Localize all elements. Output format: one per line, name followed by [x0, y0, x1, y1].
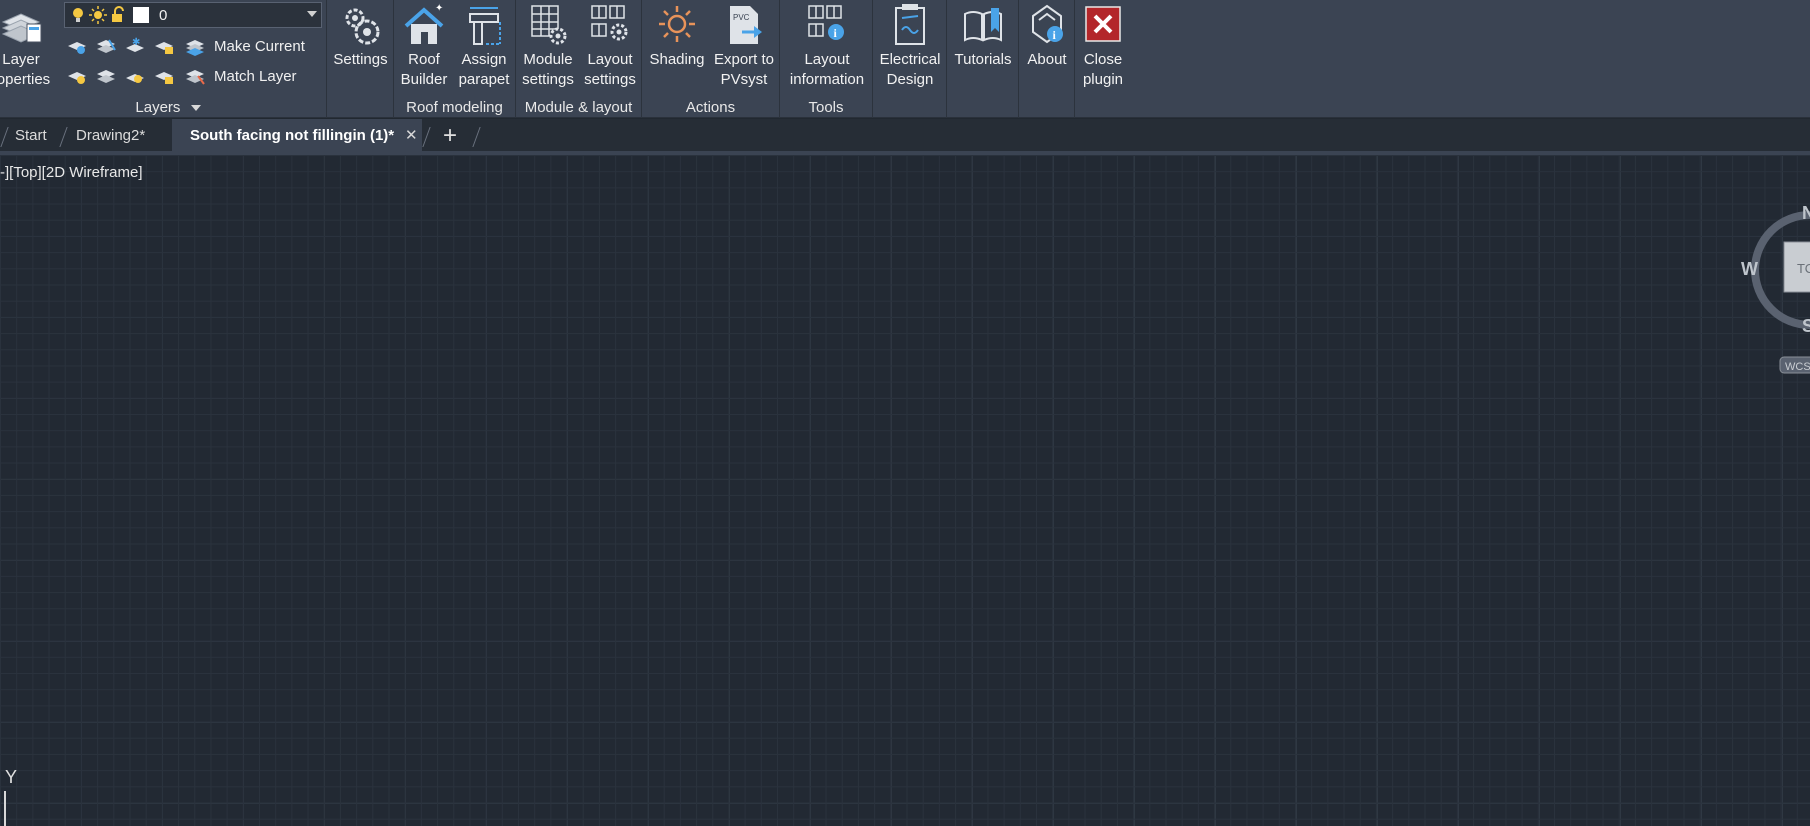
ucs-y-axis-line — [4, 791, 6, 826]
settings-panel: Settings — [327, 0, 394, 118]
layer-properties-label: Layer roperties — [0, 51, 51, 88]
current-layer-value: 0 — [159, 6, 168, 24]
viewcube-south-label[interactable]: S — [1802, 316, 1810, 336]
settings-label: Settings — [333, 51, 388, 68]
drawing-canvas[interactable] — [0, 155, 1810, 826]
layer-unlock-icon[interactable] — [153, 66, 175, 86]
electrical-design-button[interactable]: Electrical Design — [873, 2, 947, 90]
layout-info-icon: i — [808, 5, 844, 40]
close-plugin-button[interactable]: Close plugin — [1075, 2, 1131, 90]
unlock-icon — [112, 6, 124, 22]
lightbulb-icon — [73, 8, 83, 22]
about-panel: i About — [1019, 0, 1075, 118]
layout-settings-label: Layout settings — [584, 51, 636, 88]
ucs-y-axis-label: Y — [5, 767, 18, 787]
layout-information-label: Layout information — [789, 51, 865, 88]
new-tab-plus-icon[interactable]: + — [443, 119, 457, 153]
svg-text:✦: ✦ — [435, 3, 443, 14]
tab-south-facing[interactable]: South facing not fillingin (1)* — [172, 119, 422, 153]
tab-separator — [472, 127, 481, 147]
shading-button[interactable]: Shading — [646, 2, 708, 70]
layer-properties-icon — [1, 13, 42, 43]
house-icon: ✦ — [404, 3, 443, 44]
tab-start[interactable]: Start — [7, 119, 55, 153]
chevron-down-icon — [190, 105, 201, 112]
gear-icon — [345, 8, 379, 45]
roof-modeling-panel: ✦ Roof Builder Assign parapet Roof model… — [394, 0, 516, 118]
layer-unisolate-icon[interactable] — [95, 66, 117, 86]
chevron-down-icon — [307, 11, 317, 17]
settings-button[interactable]: Settings — [327, 2, 394, 70]
viewcube-face-label: TO — [1797, 261, 1810, 276]
actions-panel-title: Actions — [685, 99, 736, 116]
document-tab-bar: Start Drawing2* South facing not filling… — [0, 119, 1810, 153]
viewcube[interactable]: TO N W S WCS — [1740, 198, 1810, 378]
parapet-icon — [469, 7, 501, 45]
make-current-icon[interactable] — [184, 36, 206, 56]
export-pvsyst-button[interactable]: PVC Export to PVsyst — [710, 2, 778, 90]
viewport-controls-label[interactable]: -][Top][2D Wireframe] — [0, 164, 143, 181]
module-settings-button[interactable]: Module settings — [518, 2, 578, 90]
electrical-design-panel: Electrical Design — [873, 0, 947, 118]
about-label: About — [1027, 51, 1067, 68]
tab-separator — [59, 127, 68, 147]
layers-title-text: Layers — [135, 99, 181, 116]
layer-thaw-icon[interactable] — [124, 66, 146, 86]
layer-freeze-icon[interactable]: ✱ — [124, 36, 146, 56]
close-icon — [1085, 6, 1121, 42]
actions-panel: Shading PVC Export to PVsyst Actions — [642, 0, 780, 118]
roof-modeling-panel-title: Roof modeling — [406, 99, 503, 116]
tab-close-icon[interactable]: ✕ — [405, 119, 418, 153]
tools-panel-title: Tools — [808, 99, 844, 116]
layers-panel-title[interactable]: Layers — [0, 99, 326, 116]
about-button[interactable]: i About — [1019, 2, 1075, 70]
tab-south-facing-label: South facing not fillingin (1)* — [190, 127, 395, 144]
layer-off-icon[interactable] — [66, 36, 88, 56]
roof-builder-button[interactable]: ✦ Roof Builder — [396, 2, 452, 90]
layout-grid-gear-icon — [591, 5, 628, 41]
svg-text:✱: ✱ — [132, 37, 140, 48]
sun-icon — [89, 6, 107, 24]
book-icon — [964, 8, 1002, 42]
match-layer-icon[interactable] — [184, 66, 206, 86]
export-file-icon: PVC — [730, 6, 762, 44]
shading-label: Shading — [649, 51, 705, 68]
tutorials-button[interactable]: Tutorials — [947, 2, 1019, 70]
layer-dropdown[interactable]: 0 — [64, 2, 322, 28]
viewcube-west-label[interactable]: W — [1741, 259, 1758, 279]
match-layer-button[interactable]: Match Layer — [214, 68, 297, 85]
tutorials-panel: Tutorials — [947, 0, 1019, 118]
layer-properties-button[interactable]: Layer roperties — [0, 2, 52, 90]
tutorials-label: Tutorials — [954, 51, 1012, 68]
module-layout-panel-title: Module & layout — [524, 99, 633, 116]
electrical-design-label: Electrical Design — [879, 51, 941, 88]
roof-builder-label: Roof Builder — [400, 51, 448, 88]
tab-separator — [422, 127, 431, 147]
close-plugin-panel: Close plugin — [1075, 0, 1131, 118]
ribbon: Layer roperties 0 ✱ Make Current Match L… — [0, 0, 1810, 118]
about-info-icon: i — [1032, 4, 1063, 44]
layers-panel: Layer roperties 0 ✱ Make Current Match L… — [0, 0, 327, 118]
module-layout-panel: Module settings Layout settings Module &… — [516, 0, 642, 118]
module-grid-gear-icon — [531, 5, 567, 45]
viewcube-north-label[interactable]: N — [1802, 203, 1810, 223]
svg-text:PVC: PVC — [733, 13, 750, 22]
layer-isolate-icon[interactable] — [95, 36, 117, 56]
layout-settings-button[interactable]: Layout settings — [580, 2, 640, 90]
assign-parapet-label: Assign parapet — [458, 51, 510, 88]
sun-icon — [659, 6, 695, 42]
module-settings-label: Module settings — [522, 51, 574, 88]
export-pvsyst-label: Export to PVsyst — [713, 51, 775, 88]
close-plugin-label: Close plugin — [1082, 51, 1124, 88]
wcs-label: WCS — [1785, 361, 1810, 373]
layout-information-button[interactable]: i Layout information — [782, 2, 872, 90]
layer-lock-icon[interactable] — [153, 36, 175, 56]
tab-drawing2[interactable]: Drawing2* — [68, 119, 153, 153]
tools-panel: i Layout information Tools — [780, 0, 873, 118]
layer-color-swatch — [133, 7, 149, 23]
make-current-button[interactable]: Make Current — [214, 38, 305, 55]
electrical-panel-icon — [895, 4, 925, 45]
layer-on-icon[interactable] — [66, 66, 88, 86]
assign-parapet-button[interactable]: Assign parapet — [454, 2, 514, 90]
